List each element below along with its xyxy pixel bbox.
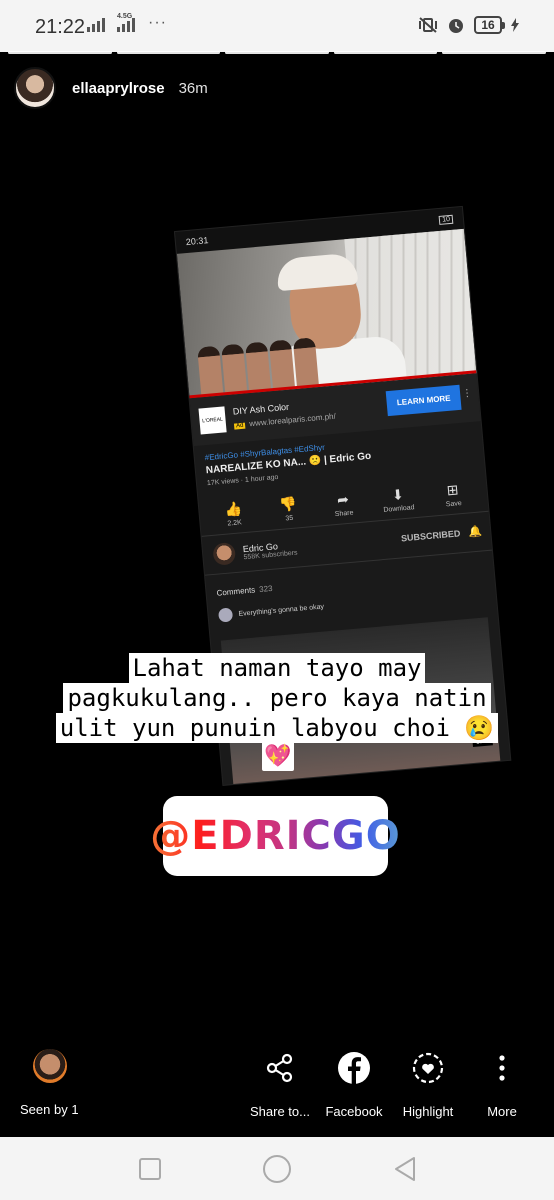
- more-button[interactable]: More: [479, 1050, 525, 1119]
- embedded-battery: 10: [438, 214, 454, 225]
- save-icon: ⊞: [445, 481, 460, 499]
- learn-more-button: LEARN MORE: [385, 384, 462, 417]
- battery-icon: 16: [474, 16, 505, 34]
- charging-icon: [510, 15, 520, 35]
- status-bar: 21:22 4.5G ··· 16: [0, 0, 554, 52]
- viewer-avatar: [33, 1049, 67, 1083]
- overflow-notifications-icon: ···: [148, 14, 167, 31]
- like-action: 👍 2.2K: [213, 499, 255, 528]
- comments-label: Comments: [216, 585, 256, 598]
- mention-text: @EDRICGO: [150, 813, 401, 859]
- embedded-status-time: 20:31: [185, 235, 209, 248]
- caption-line-1: Lahat naman tayo may: [128, 653, 426, 683]
- alarm-icon: [446, 15, 466, 35]
- story-progress-segments: [8, 51, 546, 54]
- bell-icon: 🔔: [468, 525, 483, 539]
- status-time: 21:22: [35, 16, 86, 38]
- android-nav-bar: [0, 1137, 554, 1200]
- comment-text: Everything's gonna be okay: [238, 602, 325, 618]
- highlight-heart-icon: [399, 1050, 457, 1086]
- video-thumbnail: [176, 228, 477, 399]
- share-action: ➦ Share: [322, 490, 364, 519]
- share-icon: ➦: [336, 490, 350, 508]
- story-progress-segment: [8, 51, 112, 54]
- facebook-label: Facebook: [325, 1104, 383, 1119]
- dislike-count: 35: [285, 514, 294, 523]
- download-icon: ⬇: [391, 486, 405, 504]
- network-type: 4.5G: [117, 13, 133, 20]
- mention-sticker[interactable]: @EDRICGO: [150, 796, 400, 876]
- vibrate-mute-icon: [418, 15, 438, 35]
- story-caption: Lahat naman tayo may pagkukulang.. pero …: [0, 653, 554, 743]
- battery-level: 16: [481, 18, 495, 32]
- channel-avatar: [212, 542, 237, 566]
- highlight-button[interactable]: Highlight: [399, 1050, 457, 1119]
- ad-tag: Ad: [233, 422, 246, 430]
- story-author-avatar[interactable]: [14, 67, 56, 109]
- story-header: ellaaprylrose 36m: [14, 67, 208, 109]
- save-action: ⊞ Save: [432, 480, 474, 509]
- story-username[interactable]: ellaaprylrose: [72, 80, 165, 97]
- subscribed-label: SUBSCRIBED: [400, 528, 461, 544]
- comment-preview: Everything's gonna be okay: [217, 585, 486, 623]
- share-icon: [250, 1050, 310, 1086]
- story-time-ago: 36m: [178, 79, 208, 97]
- story-progress-segment: [116, 51, 221, 54]
- share-to-button[interactable]: Share to...: [250, 1050, 310, 1119]
- next-video-title: Kim - Hangover | studio NEON: [293, 773, 389, 785]
- story-actions-bar: Seen by 1 Share to... Facebook Highlight…: [0, 1040, 554, 1136]
- download-action: ⬇ Download: [377, 485, 419, 514]
- more-label: More: [487, 1104, 517, 1119]
- story-progress-segment: [442, 51, 546, 54]
- share-label: Share: [334, 509, 354, 519]
- ad-logo: L'ORÉAL: [198, 406, 227, 435]
- story-progress-segment: [225, 51, 329, 54]
- share-to-label: Share to...: [250, 1104, 310, 1119]
- facebook-button[interactable]: Facebook: [323, 1050, 385, 1119]
- recents-button[interactable]: [139, 1158, 161, 1180]
- sparkling-heart-icon: 💖: [262, 741, 294, 771]
- save-label: Save: [445, 500, 463, 509]
- dislike-action: 👎 35: [268, 494, 310, 523]
- seen-by-label: Seen by 1: [20, 1102, 79, 1117]
- like-count: 2.2K: [227, 519, 243, 528]
- caption-line-3: ulit yun punuin labyou choi 😢: [55, 713, 499, 743]
- more-vertical-icon: [479, 1050, 525, 1086]
- kebab-icon: ⋮: [461, 387, 473, 400]
- thumbs-up-icon: 👍: [223, 500, 243, 518]
- home-button[interactable]: [263, 1155, 291, 1183]
- commenter-avatar: [217, 607, 234, 623]
- thumbs-down-icon: 👎: [278, 495, 298, 513]
- highlight-label: Highlight: [402, 1104, 454, 1119]
- facebook-icon: [323, 1050, 385, 1086]
- story-progress-segment: [333, 51, 438, 54]
- seen-by-button[interactable]: Seen by 1: [20, 1049, 80, 1117]
- comments-count: 323: [258, 583, 273, 595]
- download-label: Download: [383, 504, 415, 514]
- back-button[interactable]: [392, 1155, 418, 1183]
- caption-line-2: pagkukulang.. pero kaya natin: [63, 683, 491, 713]
